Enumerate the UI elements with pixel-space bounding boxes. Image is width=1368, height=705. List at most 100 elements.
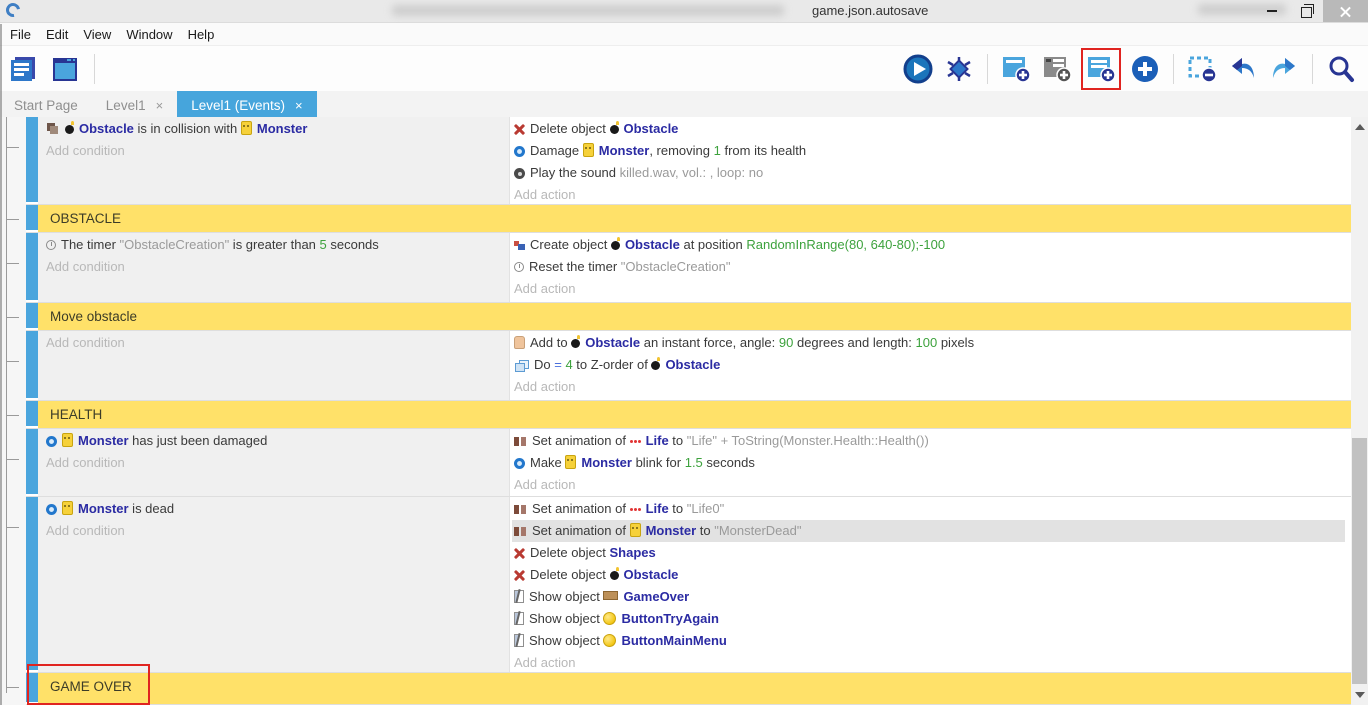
event-drag-handle[interactable]	[26, 429, 38, 494]
action-line[interactable]: Delete object Shapes	[512, 542, 1351, 564]
event-row[interactable]: Obstacle is in collision with MonsterAdd…	[26, 117, 1351, 205]
event-drag-handle[interactable]	[26, 205, 38, 230]
action-line[interactable]: Play the sound killed.wav, vol.: , loop:…	[512, 162, 1351, 184]
condition-line[interactable]: Monster is dead	[44, 498, 509, 520]
event-text: degrees and length:	[793, 335, 915, 350]
event-text: 5	[320, 237, 327, 252]
condition-line[interactable]: Obstacle is in collision with Monster	[44, 118, 509, 140]
event-text: 1.5	[685, 455, 703, 470]
tab-level1-events[interactable]: Level1 (Events) ×	[177, 91, 316, 119]
gameover-icon	[603, 591, 618, 600]
event-drag-handle[interactable]	[26, 331, 38, 398]
play-button[interactable]	[901, 51, 935, 87]
monster-icon	[62, 433, 73, 447]
scroll-down-icon[interactable]	[1355, 692, 1365, 698]
action-line[interactable]: Set animation of Life to "Life0"	[512, 498, 1351, 520]
action-line[interactable]: Delete object Obstacle	[512, 118, 1351, 140]
add-condition-button[interactable]: Add condition	[44, 140, 509, 162]
event-drag-handle[interactable]	[26, 673, 38, 702]
add-condition-button[interactable]: Add condition	[44, 332, 509, 354]
group-row[interactable]: GAME OVER	[26, 673, 1351, 705]
group-label: OBSTACLE	[38, 205, 1351, 233]
tab-close-icon[interactable]: ×	[295, 98, 303, 113]
object-name: Obstacle	[624, 567, 679, 582]
actions-column: Add to Obstacle an instant force, angle:…	[510, 331, 1351, 400]
action-line[interactable]: Show object ButtonTryAgain	[512, 608, 1351, 630]
event-drag-handle[interactable]	[26, 117, 38, 202]
action-line[interactable]: Damage Monster, removing 1 from its heal…	[512, 140, 1351, 162]
event-row[interactable]: The timer "ObstacleCreation" is greater …	[26, 233, 1351, 303]
action-line[interactable]: Show object GameOver	[512, 586, 1351, 608]
object-name: Life	[646, 501, 669, 516]
add-action-button[interactable]: Add action	[512, 376, 1351, 398]
delete-icon	[514, 124, 525, 135]
condition-line[interactable]: Monster has just been damaged	[44, 430, 509, 452]
event-text: "Life0"	[687, 501, 724, 516]
sound-icon	[514, 168, 525, 179]
add-action-button[interactable]: Add action	[512, 278, 1351, 300]
debug-button[interactable]	[942, 51, 976, 87]
redo-button[interactable]	[1267, 51, 1301, 87]
project-manager-button[interactable]	[6, 51, 40, 87]
restore-button[interactable]	[1289, 0, 1323, 22]
close-button[interactable]	[1323, 0, 1368, 22]
add-condition-button[interactable]: Add condition	[44, 452, 509, 474]
condition-line[interactable]: The timer "ObstacleCreation" is greater …	[44, 234, 509, 256]
action-line[interactable]: Reset the timer "ObstacleCreation"	[512, 256, 1351, 278]
add-action-button[interactable]: Add action	[512, 474, 1351, 496]
event-text: Show object	[529, 633, 603, 648]
add-condition-button[interactable]: Add condition	[44, 520, 509, 542]
add-action-button[interactable]: Add action	[512, 184, 1351, 206]
bomb-icon	[651, 361, 660, 370]
action-line[interactable]: Make Monster blink for 1.5 seconds	[512, 452, 1351, 474]
tab-start-page[interactable]: Start Page	[0, 91, 92, 119]
menu-help[interactable]: Help	[186, 27, 226, 42]
event-drag-handle[interactable]	[26, 401, 38, 426]
group-row[interactable]: OBSTACLE	[26, 205, 1351, 233]
minimize-button[interactable]	[1255, 0, 1289, 22]
group-label: HEALTH	[38, 401, 1351, 429]
vertical-scrollbar[interactable]	[1351, 117, 1368, 705]
action-line[interactable]: Show object ButtonMainMenu	[512, 630, 1351, 652]
close-icon	[1340, 6, 1351, 17]
scroll-up-icon[interactable]	[1355, 124, 1365, 130]
object-name: Life	[646, 433, 669, 448]
action-line[interactable]: Set animation of Monster to "MonsterDead…	[512, 520, 1345, 542]
add-subevent-button[interactable]	[1040, 51, 1074, 87]
scrollbar-thumb[interactable]	[1352, 438, 1367, 684]
action-line[interactable]: Do = 4 to Z-order of Obstacle	[512, 354, 1351, 376]
event-text: =	[554, 357, 562, 372]
add-circle-button[interactable]	[1128, 51, 1162, 87]
group-row[interactable]: HEALTH	[26, 401, 1351, 429]
menu-file[interactable]: File	[8, 27, 42, 42]
event-row[interactable]: Monster is deadAdd conditionSet animatio…	[26, 497, 1351, 673]
tab-level1[interactable]: Level1 ×	[92, 91, 177, 119]
add-event-icon	[1000, 53, 1032, 85]
event-row[interactable]: Add conditionAdd to Obstacle an instant …	[26, 331, 1351, 401]
add-action-button[interactable]: Add action	[512, 652, 1351, 674]
event-text: Delete object	[530, 545, 610, 560]
add-event-button[interactable]	[999, 51, 1033, 87]
event-drag-handle[interactable]	[26, 233, 38, 300]
event-row[interactable]: Monster has just been damagedAdd conditi…	[26, 429, 1351, 497]
action-line[interactable]: Create object Obstacle at position Rando…	[512, 234, 1351, 256]
undo-button[interactable]	[1226, 51, 1260, 87]
menu-window[interactable]: Window	[124, 27, 183, 42]
menu-edit[interactable]: Edit	[44, 27, 79, 42]
action-line[interactable]: Add to Obstacle an instant force, angle:…	[512, 332, 1351, 354]
group-row[interactable]: Move obstacle	[26, 303, 1351, 331]
add-comment-button[interactable]	[1084, 51, 1118, 87]
event-text: 100	[916, 335, 938, 350]
menu-view[interactable]: View	[81, 27, 122, 42]
monster-icon	[583, 143, 594, 157]
action-line[interactable]: Delete object Obstacle	[512, 564, 1351, 586]
redacted-path-blur	[392, 5, 784, 16]
remove-event-button[interactable]	[1185, 51, 1219, 87]
event-drag-handle[interactable]	[26, 303, 38, 328]
action-line[interactable]: Set animation of Life to "Life" + ToStri…	[512, 430, 1351, 452]
scene-editor-button[interactable]	[48, 51, 82, 87]
add-condition-button[interactable]: Add condition	[44, 256, 509, 278]
event-drag-handle[interactable]	[26, 497, 38, 670]
search-button[interactable]	[1324, 51, 1358, 87]
tab-close-icon[interactable]: ×	[156, 98, 164, 113]
